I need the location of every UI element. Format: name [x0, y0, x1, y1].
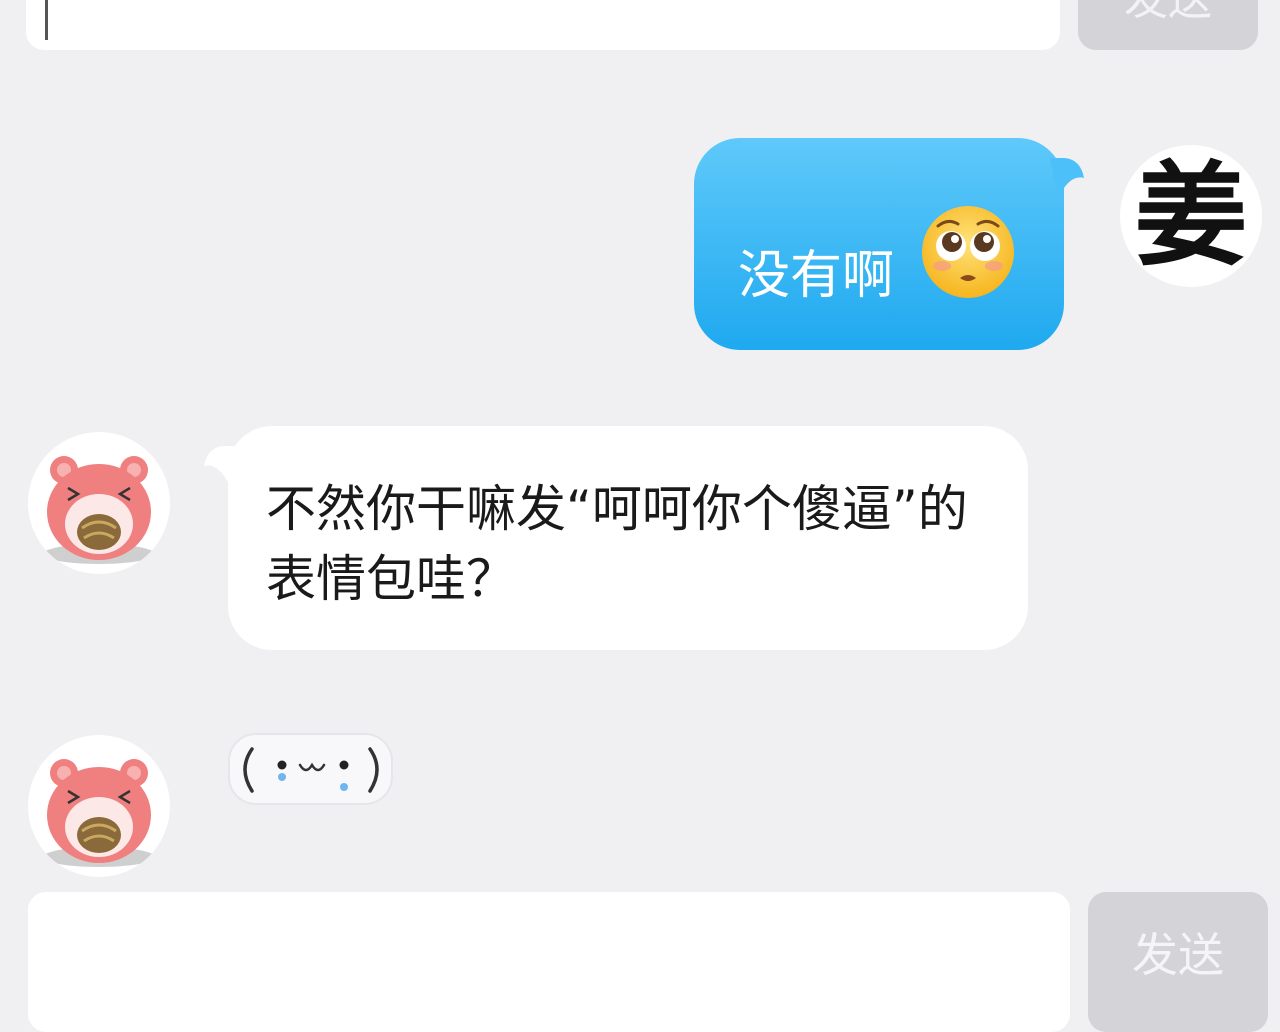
top-send-button[interactable]: 发送: [1078, 0, 1258, 50]
bubble-tail: [204, 446, 238, 486]
message-input[interactable]: [28, 892, 1070, 1032]
message-bubble-other[interactable]: 不然你干嘛发“呵呵你个傻逼”的表情包哇？: [204, 426, 1028, 650]
pink-hamster-avatar-icon: [43, 759, 155, 867]
text-caret: [45, 0, 48, 40]
top-message-input[interactable]: [26, 0, 1060, 50]
my-avatar[interactable]: 姜: [1120, 145, 1262, 287]
top-composer-bar: 发送: [0, 0, 1280, 62]
contact-avatar[interactable]: [28, 432, 170, 574]
top-send-label: 发送: [1078, 0, 1258, 22]
message-text: 没有啊: [738, 246, 895, 306]
message-bubble-self[interactable]: 没有啊: [694, 138, 1084, 350]
kaomoji-face-icon: [243, 747, 379, 793]
pink-hamster-avatar-icon: [43, 456, 155, 564]
kaomoji-sticker[interactable]: [228, 733, 393, 805]
send-button[interactable]: 发送: [1088, 892, 1268, 1032]
contact-avatar[interactable]: [28, 735, 170, 877]
bubble-tail: [1050, 158, 1084, 198]
avatar-character: 姜: [1135, 150, 1247, 281]
send-label: 发送: [1132, 928, 1224, 982]
pleading-face-icon: [922, 206, 1014, 298]
message-text: 不然你干嘛发“呵呵你个傻逼”的表情包哇？: [266, 480, 968, 608]
